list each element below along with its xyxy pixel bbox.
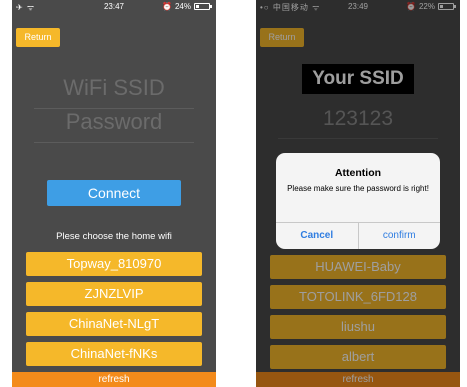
battery-percent: 24% xyxy=(174,2,191,11)
dialog-buttons: Cancel confirm xyxy=(276,222,440,249)
dialog-title: Attention xyxy=(334,167,382,179)
wifi-item[interactable]: Topway_810970 xyxy=(26,252,202,276)
left-screen: ✈ ᯤ 23:47 ⏰ 24% Return WiFi SSID Passwor… xyxy=(12,0,216,387)
connect-button[interactable]: Connect xyxy=(47,180,181,206)
refresh-button[interactable]: refresh xyxy=(12,372,216,387)
wifi-item[interactable]: ChinaNet-fNKs xyxy=(26,342,202,366)
status-bar: ✈ ᯤ 23:47 ⏰ 24% xyxy=(12,0,216,14)
wifi-item[interactable]: ZJNZLVIP xyxy=(26,282,202,306)
battery-icon xyxy=(194,3,212,10)
alarm-icon: ⏰ xyxy=(162,2,172,11)
password-input[interactable]: Password xyxy=(34,102,194,143)
attention-dialog: Attention Please make sure the password … xyxy=(276,153,440,249)
dialog-message: Please make sure the password is right! xyxy=(287,184,429,193)
confirm-button[interactable]: confirm xyxy=(359,223,441,249)
wifi-item[interactable]: ChinaNet-NLgT xyxy=(26,312,202,336)
right-screen: •○ 中国移动 ᯤ 23:49 ⏰ 22% Return Your SSID 1… xyxy=(256,0,460,387)
status-right: ⏰ 24% xyxy=(162,2,212,11)
cancel-button[interactable]: Cancel xyxy=(276,223,359,249)
return-button[interactable]: Return xyxy=(16,28,60,47)
wifi-hint-text: Plese choose the home wifi xyxy=(56,231,172,242)
